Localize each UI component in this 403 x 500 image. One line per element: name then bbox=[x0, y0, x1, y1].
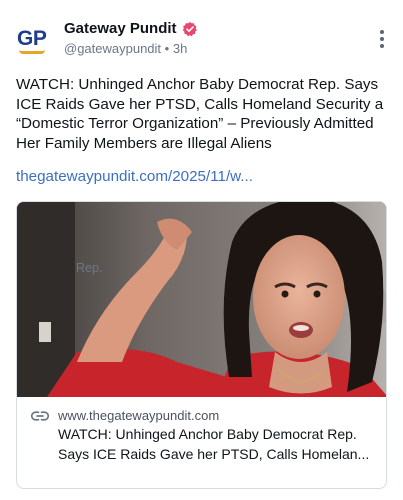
author-display-name[interactable]: Gateway Pundit bbox=[64, 20, 177, 37]
link-icon bbox=[31, 411, 49, 421]
post-time[interactable]: 3h bbox=[173, 41, 187, 56]
post-text: WATCH: Unhinged Anchor Baby Democrat Rep… bbox=[16, 76, 384, 152]
avatar-swoosh bbox=[19, 50, 45, 54]
meta-separator: • bbox=[164, 41, 170, 56]
post-header: GP Gateway Pundit @gatewaypundit • 3h bbox=[16, 18, 387, 64]
name-row: Gateway Pundit bbox=[64, 20, 198, 37]
link-card-description: Rep. bbox=[76, 261, 103, 275]
link-card-title: WATCH: Unhinged Anchor Baby Democrat Rep… bbox=[58, 426, 370, 462]
link-card-meta: www.thegatewaypundit.com WATCH: Unhinged… bbox=[17, 397, 386, 488]
more-vertical-icon[interactable] bbox=[379, 30, 385, 50]
author-handle[interactable]: @gatewaypundit bbox=[64, 41, 161, 56]
link-card-thumbnail bbox=[17, 202, 386, 397]
handle-row: @gatewaypundit • 3h bbox=[64, 41, 187, 56]
avatar-logo-text: GP bbox=[17, 27, 47, 50]
link-card-domain: www.thegatewaypundit.com bbox=[58, 408, 220, 423]
link-card[interactable]: www.thegatewaypundit.com WATCH: Unhinged… bbox=[16, 201, 387, 489]
verified-badge-icon bbox=[182, 21, 197, 36]
thumbnail-image bbox=[17, 202, 386, 397]
avatar[interactable]: GP bbox=[16, 20, 54, 58]
post-link[interactable]: thegatewaypundit.com/2025/11/w... bbox=[16, 168, 253, 185]
